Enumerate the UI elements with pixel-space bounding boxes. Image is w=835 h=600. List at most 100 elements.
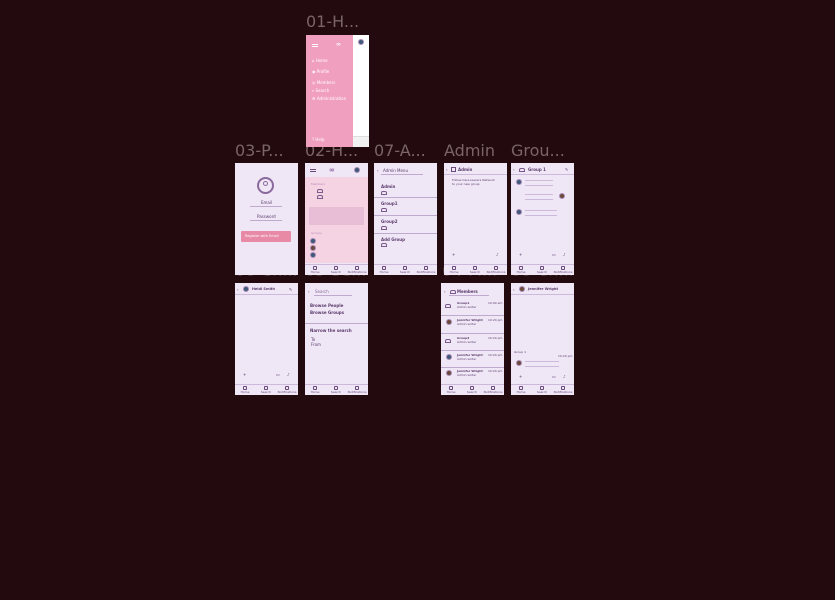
tab-search[interactable]: Search xyxy=(462,386,482,394)
avatar[interactable] xyxy=(358,39,364,45)
menu-item-profile[interactable]: ◉ Profile xyxy=(312,69,329,74)
selected-panel[interactable] xyxy=(309,207,364,225)
tab-search[interactable]: Search xyxy=(326,266,346,274)
logo-icon: ∞ xyxy=(329,166,335,174)
avatar[interactable] xyxy=(354,167,360,173)
video-icon[interactable]: ▭ xyxy=(276,372,280,377)
tab-bar: Home Search Notifications xyxy=(305,264,368,275)
add-icon[interactable]: + xyxy=(519,374,522,379)
admin-list-item-group1[interactable]: Group1 xyxy=(381,201,398,206)
back-icon[interactable]: ‹ xyxy=(444,289,446,294)
frame-members[interactable]: ‹ Members Group1 10:00 am Admin writer J… xyxy=(441,283,504,395)
browse-groups-link[interactable]: Browse Groups xyxy=(310,310,344,315)
chat-title: Jennifer Wright xyxy=(528,287,559,291)
frame-profile[interactable]: Email Password Register with Email xyxy=(235,163,298,275)
mic-icon[interactable]: ♪ xyxy=(287,372,290,377)
chat-header: ‹ Jennifer Wright xyxy=(511,283,574,295)
from-field[interactable]: From xyxy=(311,342,321,347)
tab-notifications[interactable]: Notifications xyxy=(347,266,367,274)
avatar xyxy=(519,286,525,292)
back-icon[interactable]: ‹ xyxy=(513,167,515,172)
admin-list-item-admin[interactable]: Admin xyxy=(381,184,395,189)
mic-icon[interactable]: ♪ xyxy=(496,252,499,257)
add-group-button[interactable]: Add Group xyxy=(381,237,405,242)
tab-notifications[interactable]: Notifications xyxy=(553,386,573,394)
frame-home-menu[interactable]: ∞ ⌂ Home ◉ Profile ◎ Members ⌕ Search ⚙ … xyxy=(306,35,369,147)
tab-bar: Home Search Notifications xyxy=(511,384,574,395)
group-icon xyxy=(317,195,323,199)
tab-search[interactable]: Search xyxy=(395,266,415,274)
menu-item-members[interactable]: ◎ Members xyxy=(312,80,335,85)
profile-avatar-icon xyxy=(257,177,274,194)
avatar xyxy=(516,360,522,366)
avatar xyxy=(446,319,452,325)
tab-home[interactable]: Home xyxy=(444,266,464,274)
password-field[interactable] xyxy=(250,220,282,221)
tab-search[interactable]: Search xyxy=(326,386,346,394)
tab-home[interactable]: Home xyxy=(511,386,531,394)
group-icon xyxy=(445,304,451,308)
tab-home[interactable]: Home xyxy=(441,386,461,394)
edit-icon[interactable]: ✎ xyxy=(289,287,292,292)
back-icon[interactable]: ‹ xyxy=(308,289,310,294)
frame-home[interactable]: ∞ Members Groups Home Search Notificatio… xyxy=(305,163,368,275)
hamburger-icon[interactable] xyxy=(310,169,316,172)
tab-home[interactable]: Home xyxy=(511,266,531,274)
add-icon[interactable]: + xyxy=(452,252,455,257)
avatar xyxy=(446,370,452,376)
video-icon[interactable]: ▭ xyxy=(552,252,556,257)
back-icon[interactable]: ‹ xyxy=(237,287,239,292)
tab-home[interactable]: Home xyxy=(305,266,325,274)
browse-people-link[interactable]: Browse People xyxy=(310,303,343,308)
add-icon[interactable]: + xyxy=(519,252,522,257)
frame-group-chat[interactable]: ‹ Group 1 ✎ + ▭ ♪ Home Search Notificati… xyxy=(511,163,574,275)
menu-item-home[interactable]: ⌂ Home xyxy=(312,58,328,63)
admin-list-item-group2[interactable]: Group2 xyxy=(381,219,398,224)
hamburger-icon[interactable] xyxy=(312,44,318,47)
divider xyxy=(305,323,368,324)
chat-title: Admin xyxy=(458,167,473,172)
tab-search[interactable]: Search xyxy=(465,266,485,274)
tab-notifications[interactable]: Notifications xyxy=(483,386,503,394)
tab-bar: Home Search Notifications xyxy=(374,264,437,275)
tab-home[interactable]: Home xyxy=(235,386,255,394)
email-field[interactable] xyxy=(250,206,282,207)
tab-home[interactable]: Home xyxy=(305,386,325,394)
divider xyxy=(441,350,504,351)
frame-chat-jennifer[interactable]: ‹ Jennifer Wright Group 1 10:24 pm + ▭ ♪… xyxy=(511,283,574,395)
add-icon[interactable]: + xyxy=(243,372,246,377)
mic-icon[interactable]: ♪ xyxy=(563,252,566,257)
register-button[interactable]: Register with Email xyxy=(241,231,291,242)
frame-admin-list[interactable]: ‹ Admin Menu Admin Group1 Group2 Add Gro… xyxy=(374,163,437,275)
tab-home[interactable]: Home xyxy=(374,266,394,274)
divider xyxy=(374,215,437,216)
menu-item-administration[interactable]: ⚙ Administration xyxy=(312,96,346,101)
avatar xyxy=(516,209,522,215)
frame-chat-heidi[interactable]: ‹ Heidi Smith ✎ + ▭ ♪ Home Search Notifi… xyxy=(235,283,298,395)
back-icon[interactable]: ‹ xyxy=(446,167,448,172)
group-icon xyxy=(519,168,525,172)
tab-notifications[interactable]: Notifications xyxy=(277,386,297,394)
tab-search[interactable]: Search xyxy=(532,266,552,274)
group-icon xyxy=(381,226,387,230)
tab-search[interactable]: Search xyxy=(532,386,552,394)
frame-admin-chat[interactable]: ‹ Admin Follow Care-leavers Network to y… xyxy=(444,163,507,275)
tab-search[interactable]: Search xyxy=(256,386,276,394)
logo-icon: ∞ xyxy=(336,41,341,48)
back-icon[interactable]: ‹ xyxy=(513,287,515,292)
frame-search[interactable]: ‹ Search Browse People Browse Groups Nar… xyxy=(305,283,368,395)
video-icon[interactable]: ▭ xyxy=(552,374,556,379)
back-icon[interactable]: ‹ xyxy=(377,168,379,173)
frame-label-group-chat: Grou... xyxy=(511,141,565,160)
avatar xyxy=(446,354,452,360)
menu-item-search[interactable]: ⌕ Search xyxy=(312,88,329,93)
search-input[interactable]: Search xyxy=(315,289,329,294)
menu-item-help[interactable]: ? Help xyxy=(312,137,325,142)
edit-icon[interactable]: ✎ xyxy=(565,167,568,172)
tab-notifications[interactable]: Notifications xyxy=(416,266,436,274)
tab-notifications[interactable]: Notifications xyxy=(486,266,506,274)
tab-notifications[interactable]: Notifications xyxy=(347,386,367,394)
tab-notifications-peek[interactable] xyxy=(353,136,369,147)
mic-icon[interactable]: ♪ xyxy=(563,374,566,379)
tab-notifications[interactable]: Notifications xyxy=(553,266,573,274)
